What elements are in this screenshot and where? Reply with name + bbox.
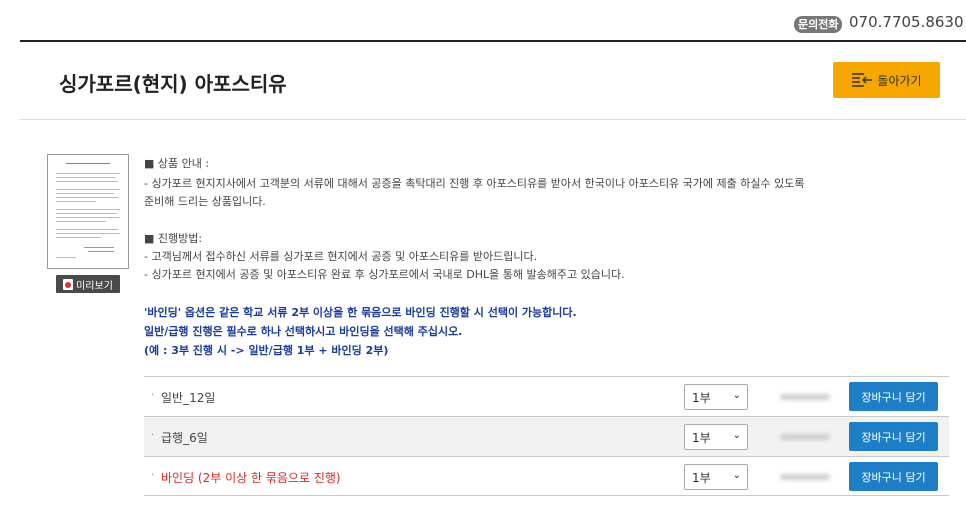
binding-note-2: 일반/급행 진행은 필수로 하나 선택하시고 바인딩을 선택해 주십시오. (144, 325, 463, 338)
back-button-label: 돌아가기 (877, 73, 922, 88)
add-to-cart-button[interactable]: 장바구니 담기 (849, 382, 938, 411)
phone-label-badge: 문의전화 (794, 16, 843, 33)
process-line-2: - 싱가포르 현지에서 공증 및 아포스티유 완료 후 싱가포르에서 국내로 D… (144, 268, 625, 281)
process-line-1: - 고객님께서 접수하신 서류를 싱가포르 현지에서 공증 및 아포스티유를 받… (144, 250, 538, 263)
add-to-cart-button[interactable]: 장바구니 담기 (849, 462, 938, 491)
option-name: 일반_12일 (161, 391, 216, 405)
binding-note-1: '바인딩' 옵션은 같은 학교 서류 2부 이상을 한 묶음으로 바인딩 진행할… (144, 306, 577, 319)
preview-button-label: 미리보기 (76, 280, 113, 292)
process-heading: ■ 진행방법: (144, 232, 203, 245)
document-thumbnail[interactable] (47, 154, 129, 269)
section-divider (20, 119, 966, 120)
option-row: · 급행_6일 1부 ⌄ 장바구니 담기 (144, 416, 949, 456)
price-blurred (776, 388, 834, 404)
product-line-1: - 싱가포르 현지지사에서 고객분의 서류에 대해서 공증을 촉탁대리 진행 후… (144, 177, 805, 190)
product-line-2: 준비해 드리는 상품입니다. (144, 195, 266, 208)
quantity-select[interactable]: 1부 ⌄ (684, 424, 748, 450)
product-heading: ■ 상품 안내 : (144, 157, 210, 170)
chevron-down-icon: ⌄ (732, 430, 741, 441)
option-row: · 일반_12일 1부 ⌄ 장바구니 담기 (144, 376, 949, 416)
page-title: 싱가포르(현지) 아포스티유 (59, 72, 287, 96)
chevron-down-icon: ⌄ (732, 470, 741, 481)
bullet-icon: · (151, 430, 155, 441)
list-back-icon (852, 73, 873, 87)
price-blurred (776, 428, 834, 444)
bullet-icon: · (151, 390, 155, 401)
top-bar: 문의전화 070.7705.8630 (0, 0, 966, 42)
preview-icon (63, 278, 74, 290)
add-to-cart-button[interactable]: 장바구니 담기 (849, 422, 938, 451)
option-name: 급행_6일 (161, 431, 208, 445)
option-name: 바인딩 (2부 이상 한 묶음으로 진행) (161, 471, 341, 485)
back-button[interactable]: 돌아가기 (833, 62, 940, 98)
quantity-select[interactable]: 1부 ⌄ (684, 464, 748, 490)
preview-button[interactable]: 미리보기 (56, 275, 120, 293)
option-table: · 일반_12일 1부 ⌄ 장바구니 담기 · 급행_6일 1부 ⌄ 장바구니 … (144, 376, 949, 496)
price-blurred (776, 468, 834, 484)
top-divider (20, 40, 966, 42)
chevron-down-icon: ⌄ (732, 390, 741, 401)
phone-number[interactable]: 070.7705.8630 (849, 13, 964, 31)
quantity-select[interactable]: 1부 ⌄ (684, 384, 748, 410)
option-row: · 바인딩 (2부 이상 한 묶음으로 진행) 1부 ⌄ 장바구니 담기 (144, 456, 949, 496)
binding-note-3: (예 : 3부 진행 시 -> 일반/급행 1부 + 바인딩 2부) (144, 344, 389, 357)
bullet-icon: · (151, 470, 155, 481)
